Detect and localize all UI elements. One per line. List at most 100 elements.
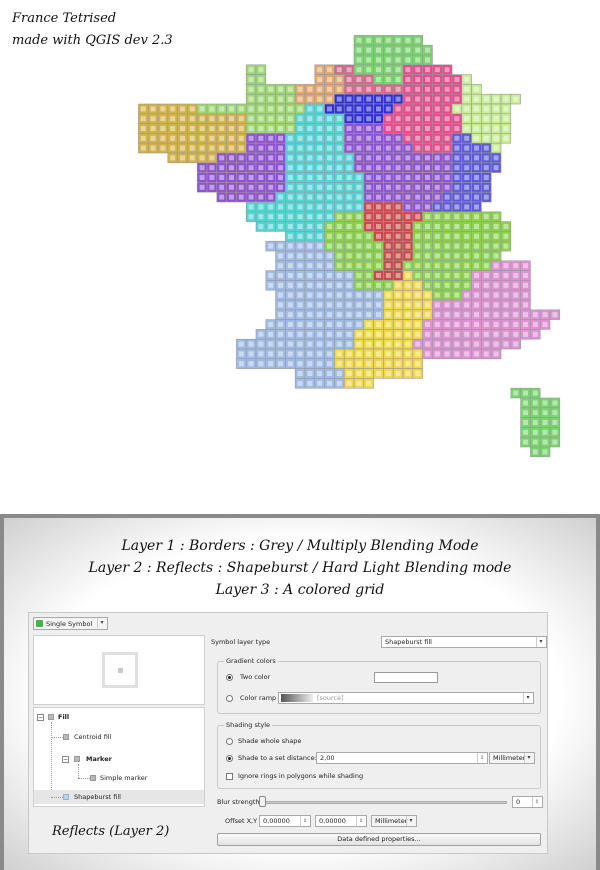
shade-distance-label: Shade to a set distance: xyxy=(238,754,317,762)
spin-arrows-icon[interactable]: ⇳ xyxy=(356,816,365,826)
map-cell-reflect xyxy=(513,312,519,318)
map-cell-reflect xyxy=(219,116,225,122)
map-cell-reflect xyxy=(356,322,362,327)
map-cell-reflect xyxy=(415,86,421,92)
tree-connector xyxy=(51,737,63,738)
tree-item-shapeburst-fill[interactable]: Shapeburst fill xyxy=(74,793,121,801)
map-cell-reflect xyxy=(307,96,313,102)
color-ramp-value: [source] xyxy=(317,694,344,702)
map-cell-reflect xyxy=(425,243,430,249)
map-cell-reflect xyxy=(307,361,313,367)
map-cell-reflect xyxy=(464,194,470,200)
map-cell-reflect xyxy=(248,184,254,190)
map-cell-reflect xyxy=(199,126,205,131)
map-cell-reflect xyxy=(327,331,332,337)
map-cell-reflect xyxy=(199,135,205,141)
map-cell-reflect xyxy=(258,145,264,151)
map-cell-reflect xyxy=(327,116,332,122)
color-swatch-button[interactable] xyxy=(374,672,438,683)
color-ramp-radio[interactable] xyxy=(226,695,233,702)
map-cell-reflect xyxy=(444,214,450,220)
color-ramp-select[interactable]: [source] ▾ xyxy=(278,692,534,704)
map-cell-reflect xyxy=(493,253,499,259)
map-cell-reflect xyxy=(317,77,323,82)
map-cell-reflect xyxy=(405,361,411,367)
renderer-select[interactable]: Single Symbol ▾ xyxy=(33,617,108,630)
map-cell-reflect xyxy=(405,233,411,239)
map-cell-reflect xyxy=(268,106,274,112)
map-cell-reflect xyxy=(287,135,293,141)
map-cell-reflect xyxy=(366,165,372,171)
shade-distance-radio[interactable] xyxy=(226,755,233,762)
map-cell-reflect xyxy=(140,135,146,141)
map-cell-reflect xyxy=(209,184,215,190)
map-cell-reflect xyxy=(493,165,499,171)
blur-slider-track[interactable] xyxy=(261,801,507,804)
ignore-rings-checkbox[interactable] xyxy=(226,773,233,780)
map-cell-reflect xyxy=(444,194,450,200)
map-cell-reflect xyxy=(229,175,234,180)
map-cell-reflect xyxy=(199,165,205,171)
shade-unit-select[interactable]: Millimeter ▾ xyxy=(489,752,535,764)
map-cell-reflect xyxy=(346,86,352,92)
tree-item-centroid-fill[interactable]: Centroid fill xyxy=(74,733,111,741)
map-cell-reflect xyxy=(336,96,342,102)
map-cell-reflect xyxy=(425,331,430,337)
tree-item-simple-marker[interactable]: Simple marker xyxy=(100,774,147,782)
map-cell-reflect xyxy=(297,273,303,278)
tree-item-marker[interactable]: Marker xyxy=(86,755,112,763)
map-cell-reflect xyxy=(278,322,283,327)
map-cell-reflect xyxy=(542,410,548,416)
map-cell-reflect xyxy=(229,126,234,131)
map-cell-reflect xyxy=(464,96,470,102)
map-cell-reflect xyxy=(454,175,460,180)
spin-arrows-icon[interactable]: ⇳ xyxy=(477,753,486,763)
offset-y-spinbox[interactable]: 0,00000 ⇳ xyxy=(315,815,367,827)
map-cell-reflect xyxy=(464,106,470,112)
map-cell-reflect xyxy=(268,116,274,122)
map-cell-reflect xyxy=(287,361,293,367)
map-cell-reflect xyxy=(307,322,313,327)
two-color-radio[interactable] xyxy=(226,674,233,681)
map-cell-reflect xyxy=(327,253,332,259)
map-cell-reflect xyxy=(395,233,401,239)
tree-item-fill[interactable]: Fill xyxy=(58,713,69,721)
map-cell-reflect xyxy=(493,322,499,327)
map-cell-reflect xyxy=(474,273,479,278)
map-cell-reflect xyxy=(493,145,499,151)
map-cell-reflect xyxy=(336,302,342,308)
map-cell-reflect xyxy=(317,194,323,200)
map-cell-reflect xyxy=(454,292,460,298)
map-cell-reflect xyxy=(248,135,254,141)
spin-arrows-icon[interactable]: ⇳ xyxy=(532,797,541,807)
map-cell-reflect xyxy=(336,204,342,210)
map-cell-reflect xyxy=(307,155,313,161)
map-cell-reflect xyxy=(336,273,342,278)
map-cell-reflect xyxy=(327,86,332,92)
blur-slider-handle[interactable] xyxy=(259,796,266,807)
symbol-layer-type-select[interactable]: Shapeburst fill ▾ xyxy=(381,636,547,648)
map-cell-reflect xyxy=(464,322,470,327)
map-cell-reflect xyxy=(317,282,323,288)
shade-distance-spinbox[interactable]: 2,00 ⇳ xyxy=(316,752,488,764)
shade-whole-radio[interactable] xyxy=(226,738,233,745)
map-cell-reflect xyxy=(464,351,470,357)
offset-unit-select[interactable]: Millimeter ▾ xyxy=(371,815,417,827)
blur-strength-spinbox[interactable]: 0 ⇳ xyxy=(512,796,543,808)
map-cell-reflect xyxy=(503,135,509,141)
map-cell-reflect xyxy=(307,302,313,308)
data-defined-properties-button[interactable]: Data defined properties... xyxy=(217,833,541,846)
map-cell-reflect xyxy=(513,390,519,396)
collapse-marker-icon[interactable]: − xyxy=(62,756,69,763)
map-cell-reflect xyxy=(376,126,381,131)
spin-arrows-icon[interactable]: ⇳ xyxy=(300,816,309,826)
map-cell-reflect xyxy=(425,77,430,82)
map-cell-reflect xyxy=(268,322,274,327)
map-cell-reflect xyxy=(376,204,381,210)
map-cell-reflect xyxy=(366,361,372,367)
collapse-fill-icon[interactable]: − xyxy=(37,714,44,721)
offset-x-spinbox[interactable]: 0,00000 ⇳ xyxy=(259,815,311,827)
blur-strength-label: Blur strength xyxy=(217,798,260,806)
map-cell-reflect xyxy=(336,312,342,318)
map-cell-reflect xyxy=(307,341,313,347)
